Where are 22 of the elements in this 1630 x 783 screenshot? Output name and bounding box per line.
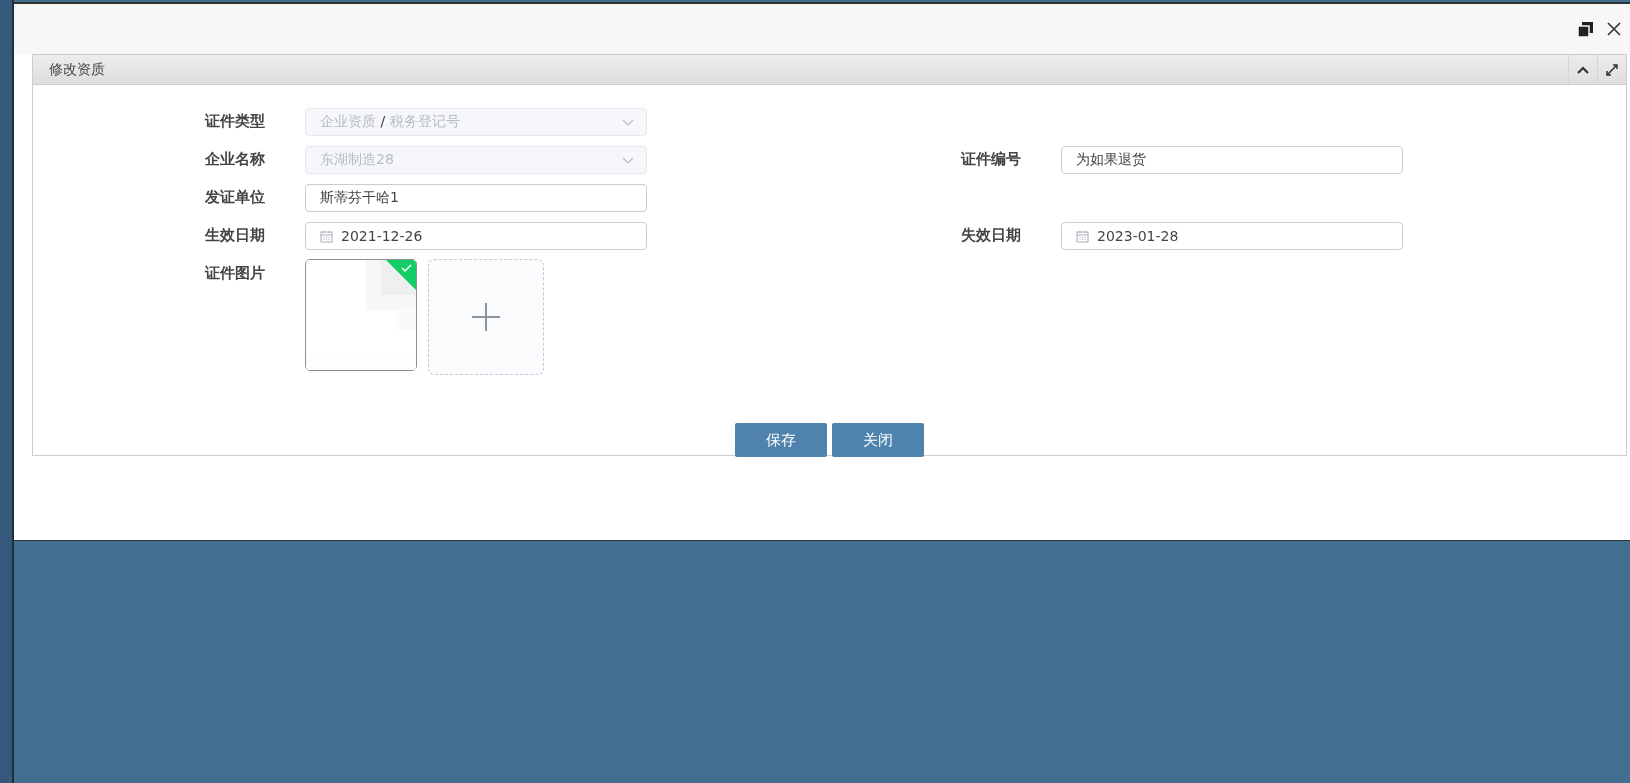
- field-label: 发证单位: [205, 187, 266, 207]
- calendar-icon: [1076, 229, 1089, 243]
- date-field[interactable]: 2021-12-26: [305, 222, 647, 250]
- expand-icon: [1606, 63, 1618, 76]
- field-label: 失效日期: [961, 225, 1022, 245]
- image-thumbnail[interactable]: [305, 259, 417, 371]
- input-field[interactable]: 为如果退货: [1061, 146, 1403, 174]
- field-label: 证件编号: [961, 149, 1022, 169]
- plus-icon: [471, 302, 501, 332]
- save-button[interactable]: 保存: [735, 423, 827, 457]
- field-label: 企业名称: [205, 149, 266, 169]
- chevron-down-icon: [622, 156, 634, 164]
- date-field[interactable]: 2023-01-28: [1061, 222, 1403, 250]
- close-button[interactable]: 关闭: [832, 423, 924, 457]
- input-field[interactable]: 斯蒂芬干哈1: [305, 184, 647, 212]
- field-label: 证件类型: [205, 111, 266, 131]
- chevron-up-icon: [1577, 65, 1589, 74]
- chevron-down-icon: [622, 118, 634, 126]
- calendar-icon: [320, 229, 333, 243]
- field-label: 证件图片: [205, 263, 266, 283]
- field-label: 生效日期: [205, 225, 266, 245]
- panel-title: 修改资质: [48, 60, 106, 79]
